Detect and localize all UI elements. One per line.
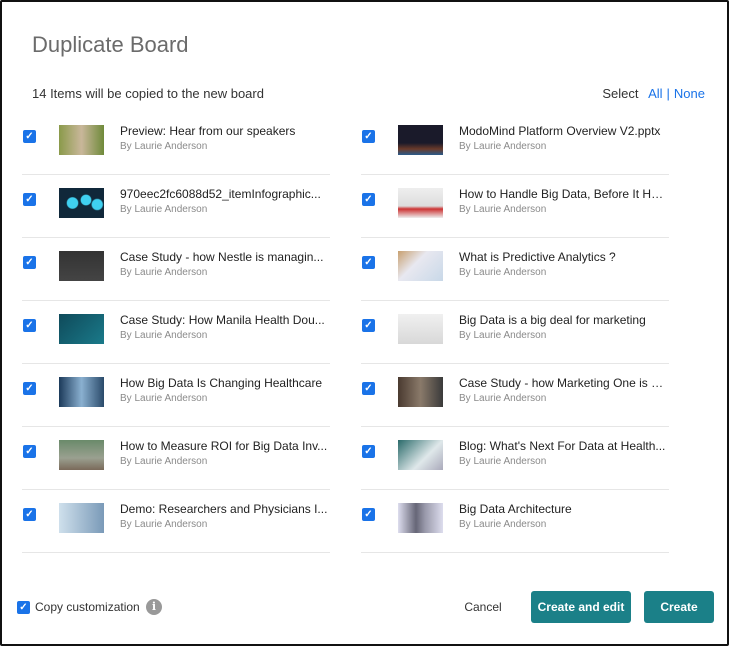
list-item: ✓ Blog: What's Next For Data at Health..… <box>361 427 669 490</box>
item-author: By Laurie Anderson <box>459 330 547 341</box>
select-none-link[interactable]: None <box>674 86 705 101</box>
item-author: By Laurie Anderson <box>459 456 547 467</box>
create-button[interactable]: Create <box>644 591 714 623</box>
select-all-link[interactable]: All <box>648 86 662 101</box>
item-checkbox[interactable]: ✓ <box>362 256 375 269</box>
item-thumbnail <box>398 251 443 281</box>
item-checkbox[interactable]: ✓ <box>362 193 375 206</box>
item-author: By Laurie Anderson <box>120 267 208 278</box>
item-title: Preview: Hear from our speakers <box>120 124 296 138</box>
item-thumbnail <box>398 503 443 533</box>
item-checkbox[interactable]: ✓ <box>23 445 36 458</box>
item-thumbnail <box>398 440 443 470</box>
item-author: By Laurie Anderson <box>459 141 547 152</box>
item-thumbnail <box>59 377 104 407</box>
select-label: Select <box>602 86 639 101</box>
copy-customization-label[interactable]: Copy customization <box>35 600 140 614</box>
item-title: ModoMind Platform Overview V2.pptx <box>459 124 661 138</box>
item-thumbnail <box>398 125 443 155</box>
item-thumbnail <box>59 188 104 218</box>
list-item: ✓ Preview: Hear from our speakers By Lau… <box>22 112 330 175</box>
item-author: By Laurie Anderson <box>120 456 208 467</box>
items-right-column: ✓ ModoMind Platform Overview V2.pptx By … <box>361 112 669 553</box>
item-checkbox[interactable]: ✓ <box>23 193 36 206</box>
list-item: ✓ What is Predictive Analytics ? By Laur… <box>361 238 669 301</box>
item-thumbnail <box>59 440 104 470</box>
item-author: By Laurie Anderson <box>120 393 208 404</box>
list-item: ✓ ModoMind Platform Overview V2.pptx By … <box>361 112 669 175</box>
list-item: ✓ Case Study - how Marketing One is w...… <box>361 364 669 427</box>
item-title: Big Data Architecture <box>459 502 572 516</box>
item-checkbox[interactable]: ✓ <box>362 508 375 521</box>
item-author: By Laurie Anderson <box>459 267 547 278</box>
item-title: Blog: What's Next For Data at Health... <box>459 439 666 453</box>
item-title: 970eec2fc6088d52_itemInfographic... <box>120 187 321 201</box>
select-separator: | <box>666 86 670 101</box>
item-checkbox[interactable]: ✓ <box>362 319 375 332</box>
item-author: By Laurie Anderson <box>459 519 547 530</box>
item-thumbnail <box>398 188 443 218</box>
item-title: Demo: Researchers and Physicians I... <box>120 502 328 516</box>
item-title: Case Study - how Marketing One is w... <box>459 376 667 390</box>
item-thumbnail <box>398 314 443 344</box>
item-title: Case Study - how Nestle is managin... <box>120 250 324 264</box>
item-title: What is Predictive Analytics ? <box>459 250 616 264</box>
list-item: ✓ Demo: Researchers and Physicians I... … <box>22 490 330 553</box>
item-author: By Laurie Anderson <box>459 204 547 215</box>
item-checkbox[interactable]: ✓ <box>362 130 375 143</box>
item-checkbox[interactable]: ✓ <box>23 319 36 332</box>
item-checkbox[interactable]: ✓ <box>23 256 36 269</box>
list-item: ✓ Big Data Architecture By Laurie Anders… <box>361 490 669 553</box>
item-title: How to Measure ROI for Big Data Inv... <box>120 439 328 453</box>
item-title: How Big Data Is Changing Healthcare <box>120 376 323 390</box>
item-author: By Laurie Anderson <box>120 330 208 341</box>
item-checkbox[interactable]: ✓ <box>23 508 36 521</box>
list-item: ✓ Case Study - how Nestle is managin... … <box>22 238 330 301</box>
list-item: ✓ How to Measure ROI for Big Data Inv...… <box>22 427 330 490</box>
item-thumbnail <box>59 314 104 344</box>
item-title: Case Study: How Manila Health Dou... <box>120 313 325 327</box>
list-item: ✓ How to Handle Big Data, Before It Ha..… <box>361 175 669 238</box>
list-item: ✓ Big Data is a big deal for marketing B… <box>361 301 669 364</box>
item-author: By Laurie Anderson <box>459 393 547 404</box>
item-checkbox[interactable]: ✓ <box>362 445 375 458</box>
select-controls: Select All | None <box>602 86 705 101</box>
item-checkbox[interactable]: ✓ <box>362 382 375 395</box>
duplicate-board-dialog: Duplicate Board 14 Items will be copied … <box>0 0 729 646</box>
item-checkbox[interactable]: ✓ <box>23 382 36 395</box>
list-item: ✓ How Big Data Is Changing Healthcare By… <box>22 364 330 427</box>
item-thumbnail <box>59 503 104 533</box>
list-item: ✓ 970eec2fc6088d52_itemInfographic... By… <box>22 175 330 238</box>
create-and-edit-button[interactable]: Create and edit <box>531 591 631 623</box>
item-title: Big Data is a big deal for marketing <box>459 313 646 327</box>
item-author: By Laurie Anderson <box>120 141 208 152</box>
item-thumbnail <box>59 251 104 281</box>
items-count: 14 Items will be copied to the new board <box>32 86 264 101</box>
item-title: How to Handle Big Data, Before It Ha... <box>459 187 667 201</box>
info-icon[interactable]: i <box>146 599 162 615</box>
item-author: By Laurie Anderson <box>120 519 208 530</box>
item-checkbox[interactable]: ✓ <box>23 130 36 143</box>
copy-customization-checkbox[interactable]: ✓ <box>17 601 30 614</box>
item-thumbnail <box>398 377 443 407</box>
list-item: ✓ Case Study: How Manila Health Dou... B… <box>22 301 330 364</box>
items-left-column: ✓ Preview: Hear from our speakers By Lau… <box>22 112 330 553</box>
item-thumbnail <box>59 125 104 155</box>
item-author: By Laurie Anderson <box>120 204 208 215</box>
dialog-title: Duplicate Board <box>32 32 189 57</box>
cancel-button[interactable]: Cancel <box>452 591 514 623</box>
